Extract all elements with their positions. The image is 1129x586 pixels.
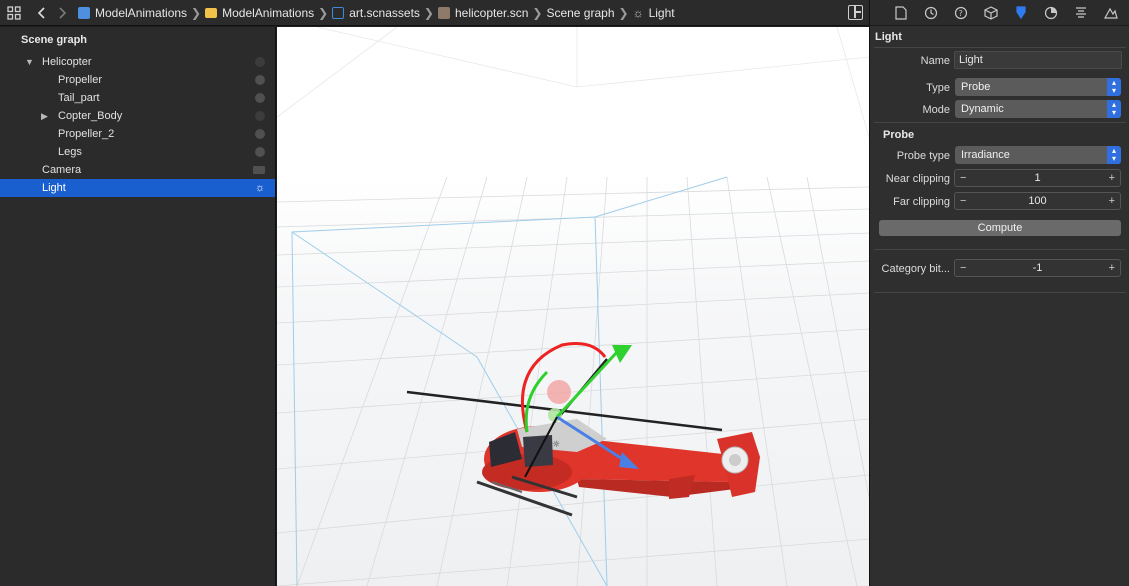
increment-icon[interactable]: + xyxy=(1109,193,1115,209)
increment-icon[interactable]: + xyxy=(1109,170,1115,186)
forward-arrow-icon[interactable] xyxy=(52,3,72,23)
near-clipping-label: Near clipping xyxy=(885,173,950,185)
attributes-inspector-icon[interactable] xyxy=(1006,0,1036,26)
scene-inspector-icon[interactable] xyxy=(1096,0,1126,26)
name-label: Name xyxy=(920,55,950,67)
breadcrumb-separator: ❯ xyxy=(618,5,629,20)
disclosure-collapsed-icon[interactable]: ▶ xyxy=(41,111,51,121)
node-icon xyxy=(255,111,265,121)
decrement-icon[interactable]: − xyxy=(960,170,966,186)
tree-item-propeller-2[interactable]: Propeller_2 xyxy=(0,125,275,143)
section-divider xyxy=(874,292,1126,293)
physics-inspector-icon[interactable] xyxy=(1066,0,1096,26)
breadcrumb-separator: ❯ xyxy=(191,5,202,20)
project-doc-icon xyxy=(78,6,90,19)
type-label: Type xyxy=(926,82,950,94)
mode-popup[interactable]: Dynamic ▴ ▾ xyxy=(955,100,1121,118)
breadcrumb-separator: ❯ xyxy=(423,5,434,20)
back-arrow-icon[interactable] xyxy=(32,3,52,23)
popup-arrows-icon: ▴ ▾ xyxy=(1107,78,1121,96)
breadcrumb-separator: ❯ xyxy=(318,5,329,20)
breadcrumb-item-project[interactable]: ModelAnimations xyxy=(78,6,187,20)
tree-item-copter-body[interactable]: ▶ Copter_Body xyxy=(0,107,275,125)
add-editor-icon[interactable] xyxy=(848,5,863,20)
probe-section-title: Probe xyxy=(883,129,915,141)
near-clipping-stepper[interactable]: − 1 + xyxy=(954,169,1121,187)
geometry-node-icon xyxy=(255,93,265,103)
probe-type-label: Probe type xyxy=(896,150,950,162)
scene-viewport[interactable]: ☼ xyxy=(277,27,869,586)
node-icon xyxy=(255,57,265,67)
breadcrumb-item-scene-file[interactable]: helicopter.scn xyxy=(437,6,528,20)
breadcrumb-item-light[interactable]: ☼ Light xyxy=(633,6,675,20)
section-divider xyxy=(874,47,1126,48)
node-inspector-icon[interactable] xyxy=(976,0,1006,26)
geometry-node-icon xyxy=(255,147,265,157)
tree-item-legs[interactable]: Legs xyxy=(0,143,275,161)
attributes-inspector-panel: ? Light Name Light Type Probe ▴ ▾ Mode Dy… xyxy=(869,0,1129,586)
folder-icon xyxy=(205,7,218,18)
breadcrumb: ModelAnimations ❯ ModelAnimations ❯ art.… xyxy=(78,6,675,20)
tree-item-tail-part[interactable]: Tail_part xyxy=(0,89,275,107)
light-section-title: Light xyxy=(875,31,902,43)
grid-icon[interactable] xyxy=(4,3,24,23)
material-inspector-icon[interactable] xyxy=(1036,0,1066,26)
compute-button[interactable]: Compute xyxy=(879,220,1121,236)
geometry-node-icon xyxy=(255,75,265,85)
file-inspector-icon[interactable] xyxy=(886,0,916,26)
decrement-icon[interactable]: − xyxy=(960,193,966,209)
far-clipping-label: Far clipping xyxy=(893,196,950,208)
breadcrumb-item-folder[interactable]: ModelAnimations xyxy=(205,6,314,20)
light-glyph-icon: ☼ xyxy=(552,440,560,450)
probe-type-popup[interactable]: Irradiance ▴ ▾ xyxy=(955,146,1121,164)
svg-text:?: ? xyxy=(959,9,963,18)
scene-graph-outline: Scene graph ▼ Helicopter Propeller Tail_… xyxy=(0,27,276,586)
breadcrumb-item-scene-graph[interactable]: Scene graph xyxy=(546,6,614,20)
viewport-canvas[interactable]: ☼ xyxy=(277,27,869,586)
geometry-node-icon xyxy=(255,129,265,139)
history-inspector-icon[interactable] xyxy=(916,0,946,26)
type-popup[interactable]: Probe ▴ ▾ xyxy=(955,78,1121,96)
section-divider xyxy=(874,122,1126,123)
increment-icon[interactable]: + xyxy=(1109,260,1115,276)
inspector-tab-bar: ? xyxy=(870,0,1129,26)
tree-item-camera[interactable]: Camera xyxy=(0,161,275,179)
section-divider xyxy=(874,249,1126,250)
outline-title: Scene graph xyxy=(21,34,88,46)
disclosure-expanded-icon[interactable]: ▼ xyxy=(25,57,35,67)
jump-bar: ModelAnimations ❯ ModelAnimations ❯ art.… xyxy=(0,0,869,26)
category-bitmask-stepper[interactable]: − -1 + xyxy=(954,259,1121,277)
light-icon: ☼ xyxy=(632,5,644,20)
breadcrumb-separator: ❯ xyxy=(532,5,543,20)
category-bitmask-label: Category bit... xyxy=(881,263,950,275)
popup-arrows-icon: ▴ ▾ xyxy=(1107,100,1121,118)
far-clipping-stepper[interactable]: − 100 + xyxy=(954,192,1121,210)
breadcrumb-item-assets[interactable]: art.scnassets xyxy=(332,6,420,20)
help-inspector-icon[interactable]: ? xyxy=(946,0,976,26)
decrement-icon[interactable]: − xyxy=(960,260,966,276)
mode-label: Mode xyxy=(922,104,950,116)
name-field[interactable]: Light xyxy=(954,51,1122,69)
assets-folder-icon xyxy=(332,6,345,19)
tree-item-propeller[interactable]: Propeller xyxy=(0,71,275,89)
tree-item-helicopter[interactable]: ▼ Helicopter xyxy=(0,53,275,71)
scene-file-icon xyxy=(437,6,450,19)
camera-icon xyxy=(253,166,265,174)
popup-arrows-icon: ▴ ▾ xyxy=(1107,146,1121,164)
sun-icon: ☼ xyxy=(255,182,266,194)
tree-item-light[interactable]: Light ☼ xyxy=(0,179,275,197)
